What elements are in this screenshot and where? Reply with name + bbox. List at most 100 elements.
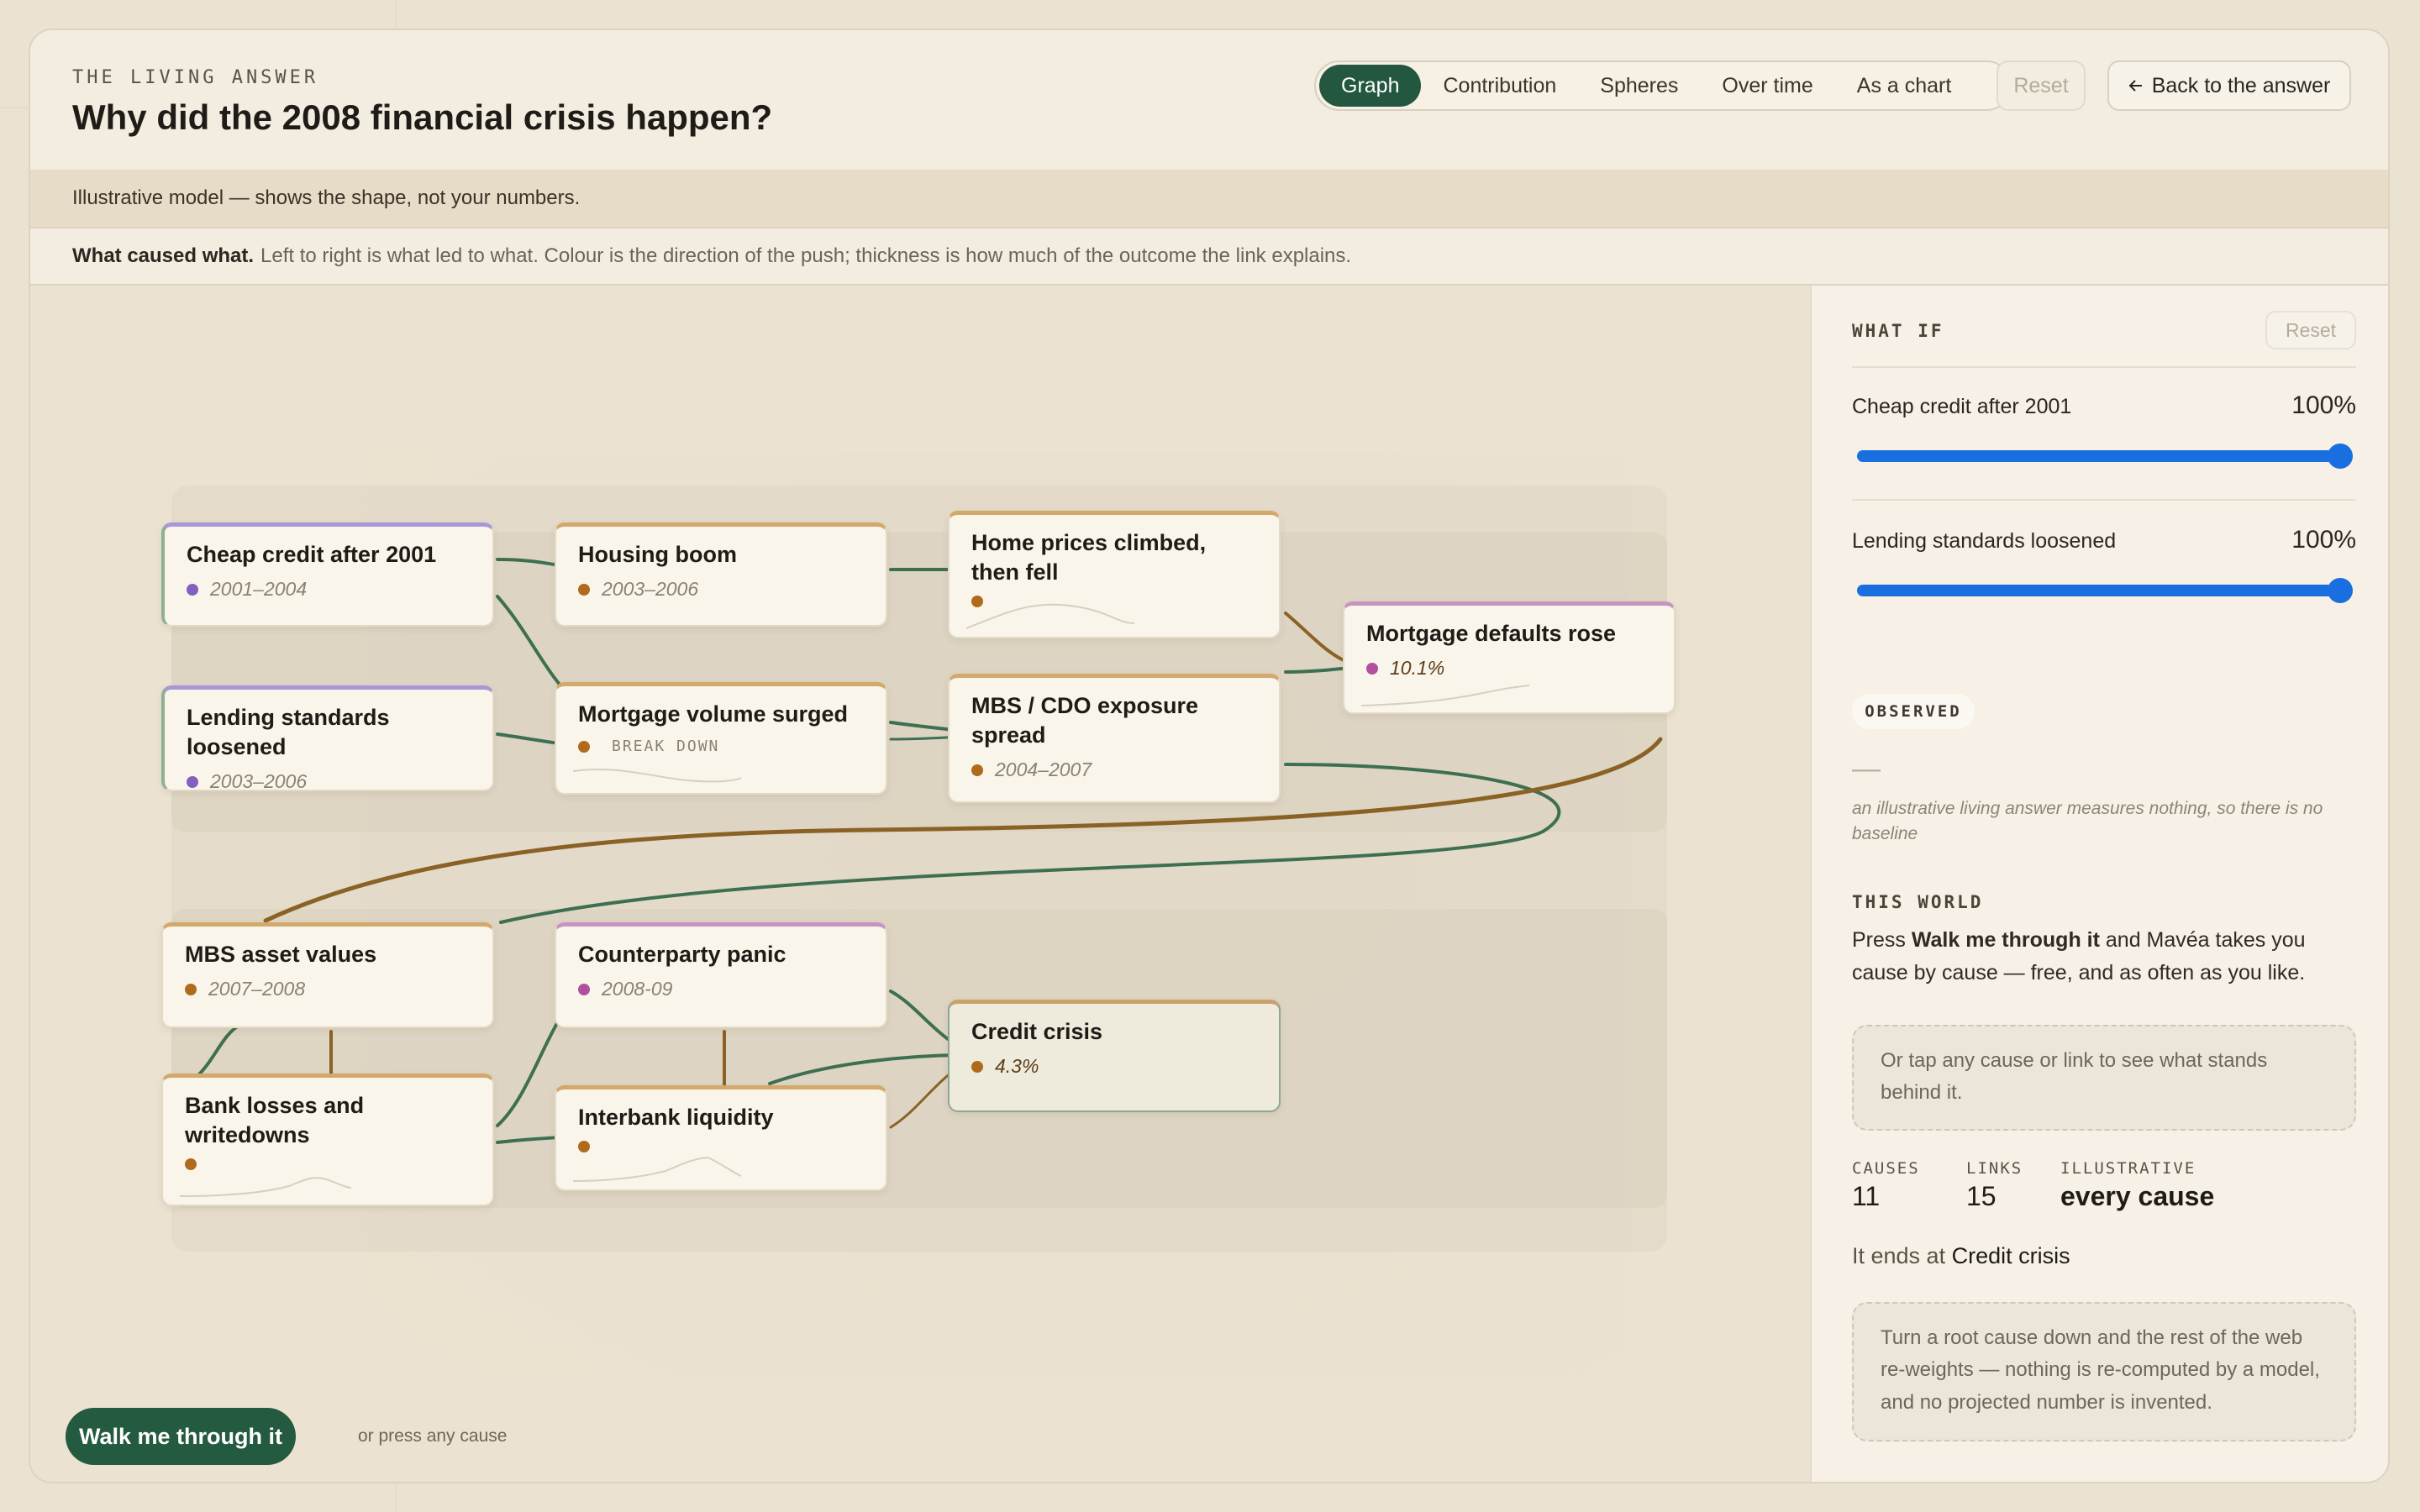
status-dot <box>971 764 983 776</box>
legend-text: Left to right is what led to what. Colou… <box>260 244 1352 267</box>
node-mortgage-defaults[interactable]: Mortgage defaults rose 10.1% <box>1343 601 1676 714</box>
status-dot <box>185 983 197 995</box>
node-mortgage-volume[interactable]: Mortgage volume surged BREAK DOWN <box>555 682 887 795</box>
back-label: Back to the answer <box>2151 73 2331 97</box>
node-label: Lending standards loosened <box>187 705 390 760</box>
observed-note: an illustrative living answer measures n… <box>1852 799 2323 844</box>
stat-label: ILLUSTRATIVE <box>2060 1159 2196 1178</box>
node-housing-boom[interactable]: Housing boom 2003–2006 <box>555 522 887 627</box>
stat-value: 15 <box>1966 1181 1996 1211</box>
stat-label: LINKS <box>1966 1159 2023 1178</box>
status-dot <box>578 583 590 596</box>
sparkline <box>572 769 742 783</box>
node-period: 2007–2008 <box>208 978 306 1000</box>
observed-badge: OBSERVED <box>1852 694 1975 729</box>
slider-thumb[interactable] <box>2328 578 2353 603</box>
tab-graph[interactable]: Graph <box>1319 65 1422 107</box>
slider-track <box>1857 450 2340 462</box>
status-dot <box>187 775 198 788</box>
node-home-prices[interactable]: Home prices climbed, then fell <box>948 511 1281 638</box>
lending-standards-slider[interactable] <box>1857 578 2353 603</box>
node-period: 2008-09 <box>602 978 673 1000</box>
page-title: Why did the 2008 financial crisis happen… <box>72 97 773 137</box>
node-label: Interbank liquidity <box>578 1105 774 1130</box>
stat-value: 11 <box>1852 1181 1881 1211</box>
living-answer-panel: THE LIVING ANSWER Why did the 2008 finan… <box>29 29 2390 1483</box>
node-period: 2003–2006 <box>210 770 308 793</box>
sparkline <box>572 1156 742 1182</box>
node-lending-standards[interactable]: Lending standards loosened 2003–2006 <box>161 685 494 793</box>
node-cheap-credit[interactable]: Cheap credit after 2001 2001–2004 <box>161 522 494 627</box>
node-label: MBS / CDO exposure spread <box>971 693 1199 748</box>
what-if-reset-button[interactable]: Reset <box>2265 311 2356 349</box>
stat-links: LINKS 15 <box>1966 1159 2023 1212</box>
slider-value: 100% <box>2291 526 2356 554</box>
what-if-panel: WHAT IF Reset Cheap credit after 2001 10… <box>1810 286 2388 1482</box>
walk-me-through-button[interactable]: Walk me through it <box>66 1408 296 1465</box>
link-mbsasset-banklosses-2 <box>197 1023 242 1077</box>
back-to-answer-button[interactable]: Back to the answer <box>2107 60 2351 111</box>
header: THE LIVING ANSWER Why did the 2008 finan… <box>30 30 2388 170</box>
causal-links[interactable] <box>30 286 1810 1483</box>
tab-contribution[interactable]: Contribution <box>1421 65 1578 107</box>
tab-as-a-chart[interactable]: As a chart <box>1835 65 1974 107</box>
stat-label: CAUSES <box>1852 1159 1920 1178</box>
slider-thumb[interactable] <box>2328 444 2353 469</box>
link-interbank-credit <box>768 1053 980 1085</box>
tap-hint-box: Or tap any cause or link to see what sta… <box>1852 1025 2356 1131</box>
status-dot <box>187 583 198 596</box>
graph-legend: What caused what. Left to right is what … <box>30 227 2388 286</box>
what-if-title: WHAT IF <box>1852 321 1944 341</box>
break-down-link[interactable]: BREAK DOWN <box>612 738 719 755</box>
ends-at-node[interactable]: Credit crisis <box>1952 1243 2070 1268</box>
this-world-title: THIS WORLD <box>1852 892 1984 912</box>
sparkline <box>1360 685 1530 706</box>
arrow-left-icon <box>2128 80 2142 92</box>
reset-button[interactable]: Reset <box>1996 60 2086 111</box>
tab-over-time[interactable]: Over time <box>1700 65 1834 107</box>
stat-causes: CAUSES 11 <box>1852 1159 1920 1212</box>
node-period: 2001–2004 <box>210 578 308 601</box>
node-bank-losses[interactable]: Bank losses and writedowns <box>161 1074 494 1206</box>
node-label: Housing boom <box>578 542 737 567</box>
walk-hint: or press any cause <box>358 1426 508 1446</box>
node-label: Home prices climbed, then fell <box>971 530 1207 585</box>
stat-illustrative: ILLUSTRATIVE every cause <box>2060 1159 2214 1212</box>
slider-label: Lending standards loosened <box>1852 529 2117 553</box>
status-dot <box>578 983 590 995</box>
node-label: Credit crisis <box>971 1019 1103 1044</box>
slider-label: Cheap credit after 2001 <box>1852 395 2072 418</box>
node-label: Cheap credit after 2001 <box>187 542 437 567</box>
node-mbs-cdo[interactable]: MBS / CDO exposure spread 2004–2007 <box>948 674 1281 803</box>
world-text-pre: Press <box>1852 928 1912 952</box>
stat-value: every cause <box>2060 1181 2215 1211</box>
node-credit-crisis[interactable]: Credit crisis 4.3% <box>948 1000 1281 1112</box>
slider-value: 100% <box>2291 391 2356 419</box>
tab-spheres[interactable]: Spheres <box>1578 65 1700 107</box>
node-label: Bank losses and writedowns <box>185 1093 365 1148</box>
sparkline <box>179 1177 352 1197</box>
divider <box>1852 499 2356 501</box>
eyebrow: THE LIVING ANSWER <box>72 67 319 88</box>
node-label: Mortgage defaults rose <box>1366 621 1617 646</box>
footnote-box: Turn a root cause down and the rest of t… <box>1852 1302 2356 1441</box>
legend-lead: What caused what. <box>72 244 255 267</box>
status-dot <box>1366 662 1378 675</box>
this-world-text: Press Walk me through it and Mavéa takes… <box>1852 924 2356 990</box>
node-interbank-liquidity[interactable]: Interbank liquidity <box>555 1085 887 1191</box>
sparkline <box>965 603 1135 629</box>
status-dot <box>578 740 590 753</box>
ends-at: It ends at Credit crisis <box>1852 1243 2070 1269</box>
cheap-credit-slider[interactable] <box>1857 444 2353 469</box>
status-dot <box>971 1060 983 1073</box>
illustrative-notice: Illustrative model — shows the shape, no… <box>30 170 2388 227</box>
node-label: Mortgage volume surged <box>578 701 849 727</box>
graph-canvas[interactable]: Cheap credit after 2001 2001–2004 Lendin… <box>30 286 1810 1483</box>
view-tabs: Graph Contribution Spheres Over time As … <box>1314 60 2012 111</box>
node-period: 2004–2007 <box>995 759 1092 781</box>
node-value: 4.3% <box>995 1055 1039 1078</box>
ends-at-pre: It ends at <box>1852 1243 1952 1268</box>
divider <box>1852 366 2356 368</box>
node-mbs-asset-values[interactable]: MBS asset values 2007–2008 <box>161 922 494 1028</box>
node-counterparty-panic[interactable]: Counterparty panic 2008-09 <box>555 922 887 1028</box>
